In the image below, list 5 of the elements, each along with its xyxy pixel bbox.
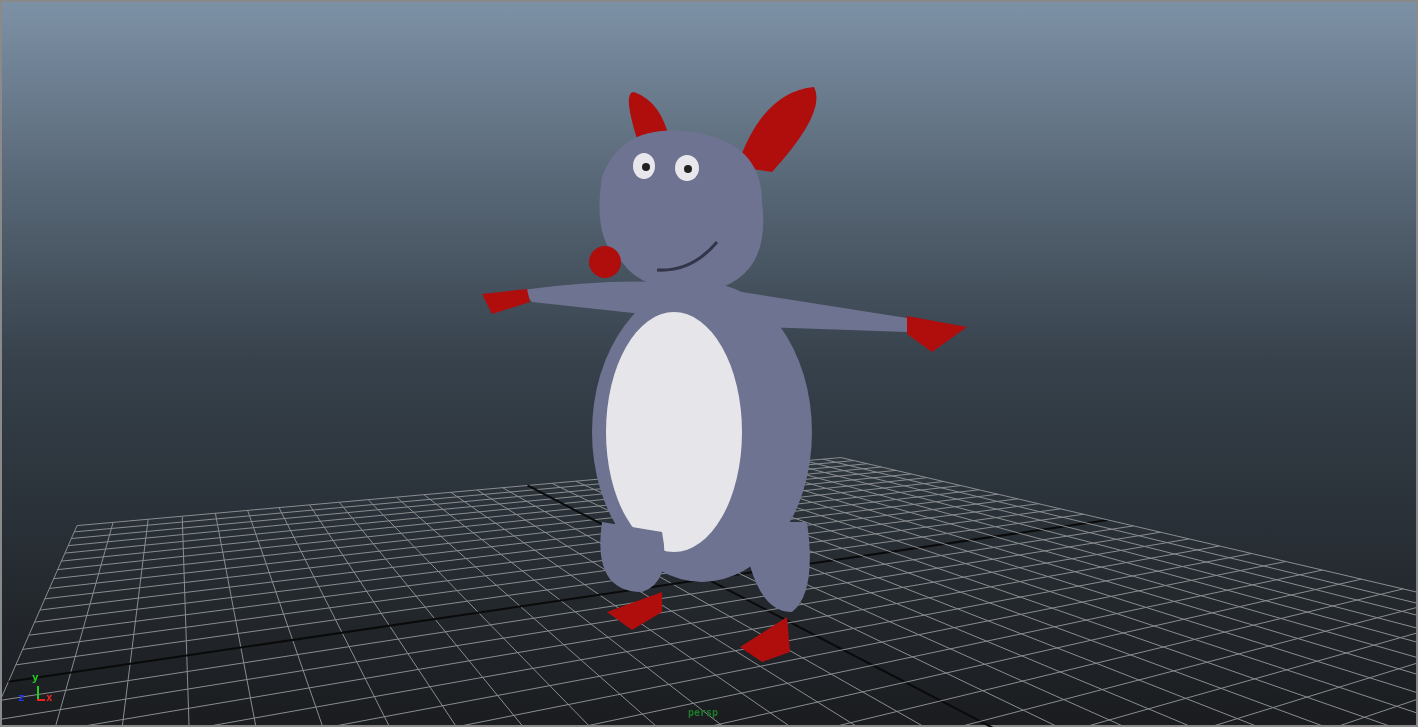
axis-label: y [32,672,39,683]
y-axis-icon [37,685,39,701]
axis-label: x [46,692,53,703]
x-axis-icon [36,699,46,701]
axis-label: z [18,692,25,703]
